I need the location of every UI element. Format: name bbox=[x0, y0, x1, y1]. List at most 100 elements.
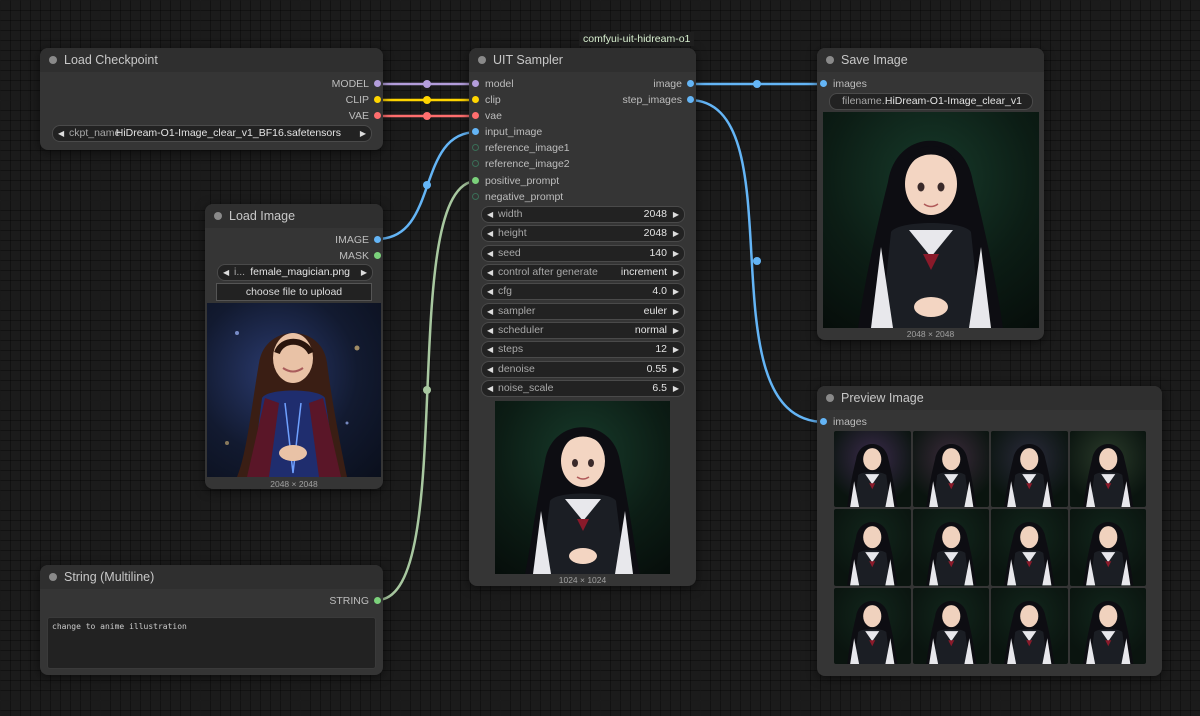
ckpt-name-combo[interactable]: ◀ ckpt_name HiDream-O1-Image_clear_v1_BF… bbox=[52, 125, 372, 142]
widget-seed[interactable]: ◀ seed 140 ▶ bbox=[481, 245, 685, 262]
step-image-thumbnail[interactable] bbox=[834, 509, 911, 586]
triangle-left-icon[interactable]: ◀ bbox=[487, 265, 493, 280]
node-load-image[interactable]: Load Image IMAGE MASK ◀ i... female_magi… bbox=[205, 204, 383, 489]
output-image[interactable]: image bbox=[653, 76, 696, 92]
widget-height[interactable]: ◀ height 2048 ▶ bbox=[481, 225, 685, 242]
slot-dot-icon[interactable] bbox=[472, 144, 479, 151]
triangle-left-icon[interactable]: ◀ bbox=[487, 323, 493, 338]
widget-width[interactable]: ◀ width 2048 ▶ bbox=[481, 206, 685, 223]
output-image[interactable]: IMAGE bbox=[335, 232, 383, 248]
output-model[interactable]: MODEL bbox=[332, 76, 383, 92]
triangle-right-icon[interactable]: ▶ bbox=[673, 362, 679, 377]
widget-scheduler[interactable]: ◀ scheduler normal ▶ bbox=[481, 322, 685, 339]
step-image-thumbnail[interactable] bbox=[1069, 431, 1146, 508]
triangle-left-icon[interactable]: ◀ bbox=[487, 246, 493, 261]
step-image-thumbnail[interactable] bbox=[991, 509, 1068, 586]
node-title-bar[interactable]: Save Image bbox=[817, 48, 1044, 72]
slot-dot-icon[interactable] bbox=[472, 177, 479, 184]
triangle-right-icon[interactable]: ▶ bbox=[673, 246, 679, 261]
input-images[interactable]: images bbox=[817, 76, 867, 92]
input-negative-prompt[interactable]: negative_prompt bbox=[469, 189, 563, 205]
slot-dot-icon[interactable] bbox=[472, 160, 479, 167]
node-save-image[interactable]: Save Image images filename... HiDream-O1… bbox=[817, 48, 1044, 340]
triangle-right-icon[interactable]: ▶ bbox=[673, 323, 679, 338]
step-image-thumbnail[interactable] bbox=[991, 431, 1068, 508]
collapse-dot-icon[interactable] bbox=[826, 56, 834, 64]
output-vae[interactable]: VAE bbox=[349, 108, 383, 124]
widget-control-after-generate[interactable]: ◀ control after generate increment ▶ bbox=[481, 264, 685, 281]
triangle-right-icon[interactable]: ▶ bbox=[360, 126, 366, 141]
step-image-thumbnail[interactable] bbox=[834, 587, 911, 664]
input-reference-image2[interactable]: reference_image2 bbox=[469, 156, 570, 172]
triangle-left-icon[interactable]: ◀ bbox=[487, 342, 493, 357]
slot-dot-icon[interactable] bbox=[374, 96, 381, 103]
collapse-dot-icon[interactable] bbox=[826, 394, 834, 402]
widget-sampler[interactable]: ◀ sampler euler ▶ bbox=[481, 303, 685, 320]
node-preview-image[interactable]: Preview Image images bbox=[817, 386, 1162, 676]
collapse-dot-icon[interactable] bbox=[214, 212, 222, 220]
input-clip[interactable]: clip bbox=[469, 92, 501, 108]
triangle-left-icon[interactable]: ◀ bbox=[487, 304, 493, 319]
collapse-dot-icon[interactable] bbox=[49, 573, 57, 581]
widget-noise-scale[interactable]: ◀ noise_scale 6.5 ▶ bbox=[481, 380, 685, 397]
triangle-right-icon[interactable]: ▶ bbox=[673, 342, 679, 357]
filename-prefix-input[interactable]: filename... HiDream-O1-Image_clear_v1 bbox=[829, 93, 1033, 110]
step-image-thumbnail[interactable] bbox=[834, 431, 911, 508]
node-title-bar[interactable]: UIT Sampler bbox=[469, 48, 696, 72]
node-title-bar[interactable]: Load Image bbox=[205, 204, 383, 228]
image-combo[interactable]: ◀ i... female_magician.png ▶ bbox=[217, 264, 373, 281]
prompt-textarea[interactable]: change to anime illustration bbox=[47, 617, 376, 669]
step-image-thumbnail[interactable] bbox=[1069, 509, 1146, 586]
triangle-left-icon[interactable]: ◀ bbox=[487, 207, 493, 222]
slot-dot-icon[interactable] bbox=[374, 597, 381, 604]
node-title-bar[interactable]: Preview Image bbox=[817, 386, 1162, 410]
slot-dot-icon[interactable] bbox=[472, 80, 479, 87]
input-vae[interactable]: vae bbox=[469, 108, 502, 124]
node-title-bar[interactable]: String (Multiline) bbox=[40, 565, 383, 589]
slot-dot-icon[interactable] bbox=[820, 80, 827, 87]
slot-dot-icon[interactable] bbox=[472, 112, 479, 119]
slot-dot-icon[interactable] bbox=[687, 80, 694, 87]
step-image-thumbnail[interactable] bbox=[991, 587, 1068, 664]
input-reference-image1[interactable]: reference_image1 bbox=[469, 140, 570, 156]
triangle-right-icon[interactable]: ▶ bbox=[673, 381, 679, 396]
output-step-images[interactable]: step_images bbox=[622, 92, 696, 108]
triangle-left-icon[interactable]: ◀ bbox=[487, 226, 493, 241]
slot-dot-icon[interactable] bbox=[374, 236, 381, 243]
input-input-image[interactable]: input_image bbox=[469, 124, 542, 140]
widget-steps[interactable]: ◀ steps 12 ▶ bbox=[481, 341, 685, 358]
node-load-checkpoint[interactable]: Load Checkpoint MODEL CLIP VAE ◀ ckpt_na… bbox=[40, 48, 383, 150]
triangle-left-icon[interactable]: ◀ bbox=[487, 381, 493, 396]
step-image-thumbnail[interactable] bbox=[912, 431, 989, 508]
slot-dot-icon[interactable] bbox=[374, 252, 381, 259]
node-uit-sampler[interactable]: UIT Sampler model clip vae input_image r… bbox=[469, 48, 696, 586]
input-images[interactable]: images bbox=[817, 414, 867, 430]
triangle-right-icon[interactable]: ▶ bbox=[673, 284, 679, 299]
triangle-left-icon[interactable]: ◀ bbox=[223, 265, 229, 280]
triangle-left-icon[interactable]: ◀ bbox=[487, 284, 493, 299]
collapse-dot-icon[interactable] bbox=[49, 56, 57, 64]
widget-denoise[interactable]: ◀ denoise 0.55 ▶ bbox=[481, 361, 685, 378]
choose-file-button[interactable]: choose file to upload bbox=[216, 283, 372, 301]
node-string-multiline[interactable]: String (Multiline) STRING change to anim… bbox=[40, 565, 383, 675]
triangle-right-icon[interactable]: ▶ bbox=[673, 265, 679, 280]
slot-dot-icon[interactable] bbox=[820, 418, 827, 425]
slot-dot-icon[interactable] bbox=[374, 112, 381, 119]
node-title-bar[interactable]: Load Checkpoint bbox=[40, 48, 383, 72]
input-model[interactable]: model bbox=[469, 76, 514, 92]
slot-dot-icon[interactable] bbox=[472, 96, 479, 103]
triangle-right-icon[interactable]: ▶ bbox=[673, 207, 679, 222]
triangle-right-icon[interactable]: ▶ bbox=[361, 265, 367, 280]
slot-dot-icon[interactable] bbox=[472, 193, 479, 200]
slot-dot-icon[interactable] bbox=[374, 80, 381, 87]
step-image-thumbnail[interactable] bbox=[1069, 587, 1146, 664]
output-clip[interactable]: CLIP bbox=[346, 92, 383, 108]
step-image-thumbnail[interactable] bbox=[912, 587, 989, 664]
triangle-left-icon[interactable]: ◀ bbox=[58, 126, 64, 141]
triangle-left-icon[interactable]: ◀ bbox=[487, 362, 493, 377]
output-mask[interactable]: MASK bbox=[339, 248, 383, 264]
triangle-right-icon[interactable]: ▶ bbox=[673, 226, 679, 241]
output-string[interactable]: STRING bbox=[329, 593, 383, 609]
slot-dot-icon[interactable] bbox=[472, 128, 479, 135]
triangle-right-icon[interactable]: ▶ bbox=[673, 304, 679, 319]
